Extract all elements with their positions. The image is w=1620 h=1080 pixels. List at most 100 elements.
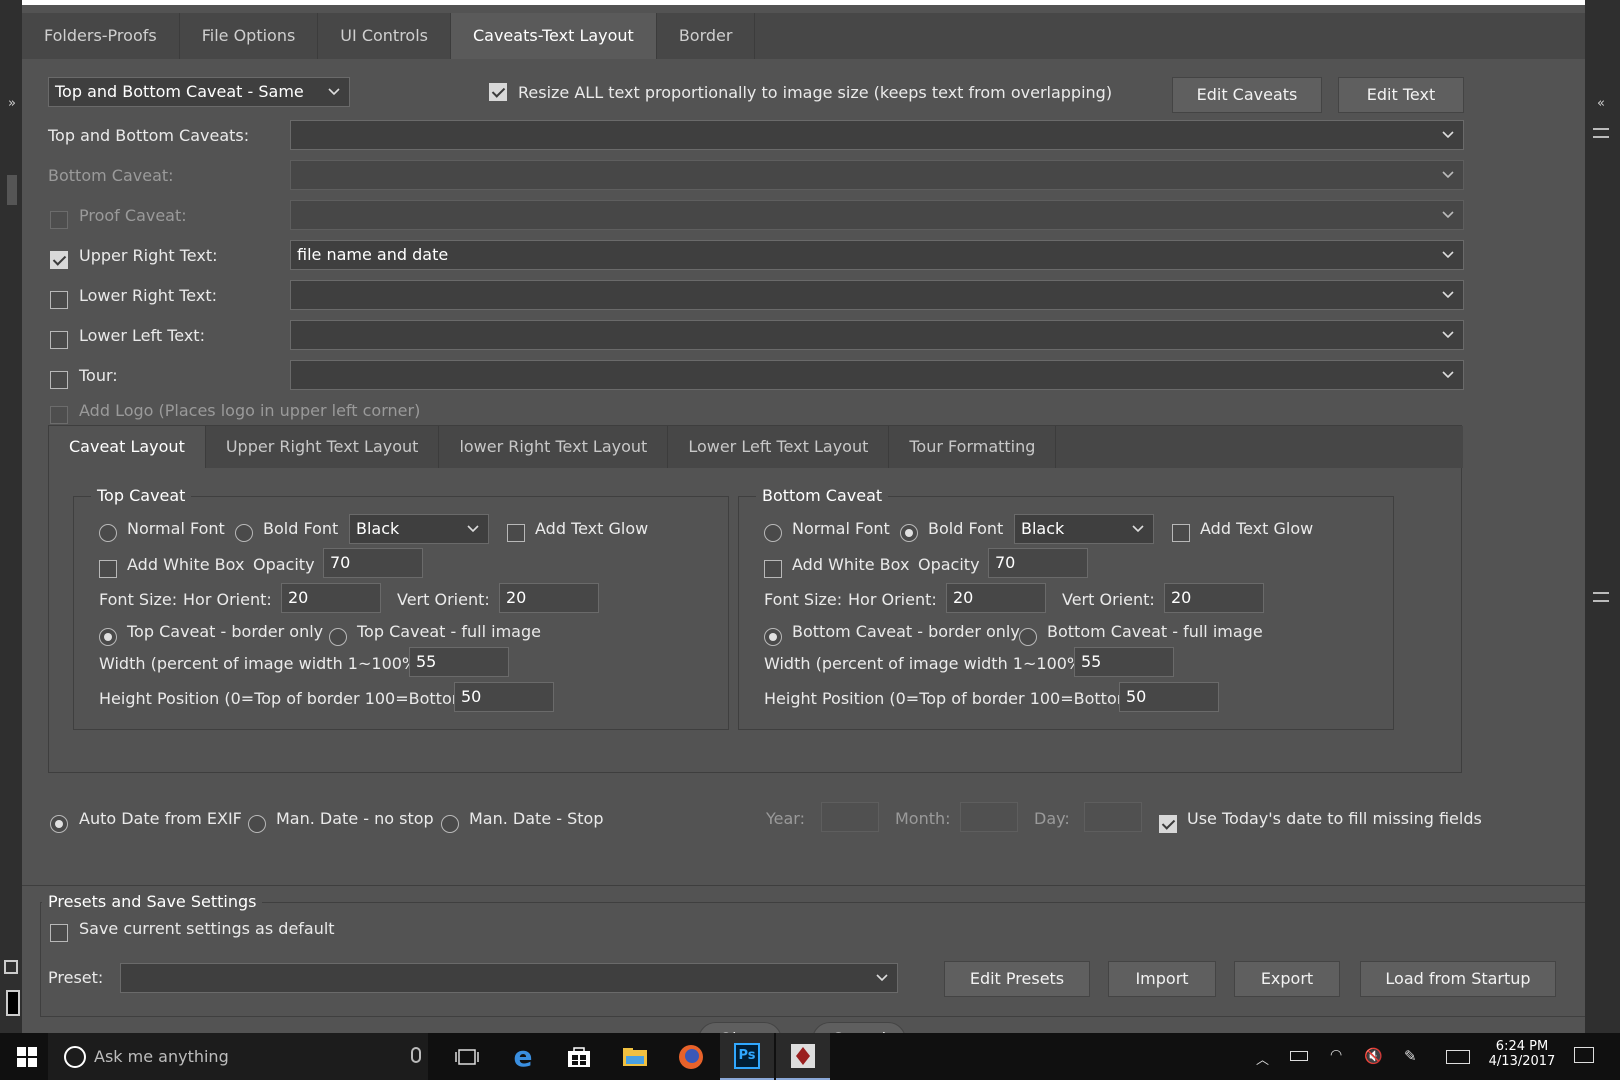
panel-menu-icon[interactable] (1593, 128, 1609, 138)
windows-start-icon[interactable] (0, 1033, 54, 1080)
top-font-size-label: Font Size: (99, 590, 178, 609)
search-placeholder: Ask me anything (94, 1047, 229, 1066)
top-vert-orient-input[interactable]: 20 (499, 583, 599, 613)
month-input[interactable] (960, 802, 1018, 832)
use-today-checkbox[interactable] (1159, 815, 1177, 833)
bottom-caveat-label: Bottom Caveat: (48, 166, 174, 185)
tool-icon[interactable] (7, 175, 17, 205)
top-bottom-caveats-select[interactable] (290, 120, 1464, 150)
top-normal-font-radio[interactable] (99, 524, 117, 542)
add-logo-checkbox[interactable] (50, 406, 68, 424)
bottom-color-select[interactable]: Black (1014, 514, 1154, 544)
bottom-full-image-label: Bottom Caveat - full image (1047, 622, 1263, 641)
app-icon[interactable] (776, 1033, 830, 1080)
bottom-caveat-title: Bottom Caveat (756, 486, 889, 505)
lower-left-text-select[interactable] (290, 320, 1464, 350)
tour-select[interactable] (290, 360, 1464, 390)
bottom-bold-font-radio[interactable] (900, 524, 918, 542)
top-bold-font-radio[interactable] (235, 524, 253, 542)
man-date-no-stop-radio[interactable] (248, 815, 266, 833)
chevron-down-icon (1441, 121, 1455, 149)
edit-caveats-button[interactable]: Edit Caveats (1172, 77, 1322, 113)
tour-checkbox[interactable] (50, 371, 68, 389)
top-text-glow-checkbox[interactable] (507, 524, 525, 542)
day-input[interactable] (1084, 802, 1142, 832)
network-icon[interactable]: ◠ (1330, 1047, 1342, 1063)
file-explorer-icon[interactable] (608, 1033, 662, 1080)
bottom-full-image-radio[interactable] (1019, 628, 1037, 646)
tab-ui-controls[interactable]: UI Controls (318, 13, 451, 59)
edge-icon[interactable]: e (496, 1033, 550, 1080)
save-default-checkbox[interactable] (50, 924, 68, 942)
top-hor-orient-input[interactable]: 20 (281, 583, 381, 613)
upper-right-text-checkbox[interactable] (50, 251, 68, 269)
import-button[interactable]: Import (1108, 961, 1216, 997)
man-date-stop-radio[interactable] (441, 815, 459, 833)
tab-folders-proofs[interactable]: Folders-Proofs (22, 13, 180, 59)
bottom-text-glow-checkbox[interactable] (1172, 524, 1190, 542)
pen-icon[interactable]: ✎ (1404, 1047, 1417, 1065)
screen-mode-icon[interactable] (6, 990, 20, 1016)
auto-date-exif-radio[interactable] (50, 815, 68, 833)
screen: » « Folders-Proofs File Options UI Contr… (0, 0, 1620, 1080)
top-width-input[interactable]: 55 (409, 647, 509, 677)
bottom-caveat-select[interactable] (290, 160, 1464, 190)
top-opacity-input[interactable]: 70 (323, 548, 423, 578)
lower-left-text-checkbox[interactable] (50, 331, 68, 349)
bottom-width-input[interactable]: 55 (1074, 647, 1174, 677)
tab-lower-right-text-layout[interactable]: lower Right Text Layout (439, 426, 669, 468)
microphone-icon[interactable] (411, 1047, 421, 1063)
preset-label: Preset: (48, 968, 104, 987)
top-color-select[interactable]: Black (349, 514, 489, 544)
edit-text-button[interactable]: Edit Text (1338, 77, 1464, 113)
action-center-icon[interactable] (1574, 1047, 1594, 1063)
proof-caveat-checkbox[interactable] (50, 211, 68, 229)
proof-caveat-select[interactable] (290, 200, 1464, 230)
year-input[interactable] (821, 802, 879, 832)
tab-file-options[interactable]: File Options (180, 13, 319, 59)
bottom-hor-orient-input[interactable]: 20 (946, 583, 1046, 613)
caveat-mode-select[interactable]: Top and Bottom Caveat - Same (48, 77, 350, 107)
resize-text-checkbox[interactable] (489, 83, 507, 101)
upper-right-text-select[interactable]: file name and date (290, 240, 1464, 270)
lower-right-text-select[interactable] (290, 280, 1464, 310)
bottom-vert-orient-input[interactable]: 20 (1164, 583, 1264, 613)
clock[interactable]: 6:24 PM 4/13/2017 (1482, 1039, 1562, 1069)
tab-lower-left-text-layout[interactable]: Lower Left Text Layout (668, 426, 890, 468)
bottom-white-box-label: Add White Box (792, 555, 910, 574)
keyboard-icon[interactable] (1446, 1050, 1470, 1064)
bottom-normal-font-radio[interactable] (764, 524, 782, 542)
tab-caveats-text-layout[interactable]: Caveats-Text Layout (450, 13, 657, 59)
panel-expand-icon[interactable]: « (1597, 96, 1605, 111)
volume-muted-icon[interactable]: 🔇 (1364, 1047, 1383, 1065)
bottom-height-input[interactable]: 50 (1119, 682, 1219, 712)
load-from-startup-button[interactable]: Load from Startup (1360, 961, 1556, 997)
panel-collapse-icon[interactable]: » (8, 96, 16, 111)
foreground-color-icon[interactable] (4, 960, 18, 974)
store-icon[interactable] (552, 1033, 606, 1080)
tab-caveat-layout[interactable]: Caveat Layout (49, 426, 206, 468)
panel-menu-icon[interactable] (1593, 592, 1609, 602)
tab-border[interactable]: Border (657, 13, 756, 59)
top-white-box-checkbox[interactable] (99, 560, 117, 578)
bottom-border-only-radio[interactable] (764, 628, 782, 646)
top-text-glow-label: Add Text Glow (535, 519, 649, 538)
tab-tour-formatting[interactable]: Tour Formatting (889, 426, 1057, 468)
firefox-icon[interactable] (664, 1033, 718, 1080)
bottom-opacity-input[interactable]: 70 (988, 548, 1088, 578)
photoshop-label: Ps (734, 1042, 760, 1069)
preset-select[interactable] (120, 963, 898, 993)
top-full-image-radio[interactable] (329, 628, 347, 646)
tab-upper-right-text-layout[interactable]: Upper Right Text Layout (206, 426, 440, 468)
lower-right-text-checkbox[interactable] (50, 291, 68, 309)
bottom-white-box-checkbox[interactable] (764, 560, 782, 578)
battery-icon[interactable] (1290, 1051, 1308, 1061)
top-height-input[interactable]: 50 (454, 682, 554, 712)
edit-presets-button[interactable]: Edit Presets (944, 961, 1090, 997)
export-button[interactable]: Export (1234, 961, 1340, 997)
top-border-only-radio[interactable] (99, 628, 117, 646)
cortana-search-box[interactable]: Ask me anything (48, 1033, 428, 1080)
photoshop-icon[interactable]: Ps (720, 1033, 774, 1080)
task-view-icon[interactable] (440, 1033, 494, 1080)
show-hidden-icons-icon[interactable]: ︿ (1256, 1049, 1269, 1068)
